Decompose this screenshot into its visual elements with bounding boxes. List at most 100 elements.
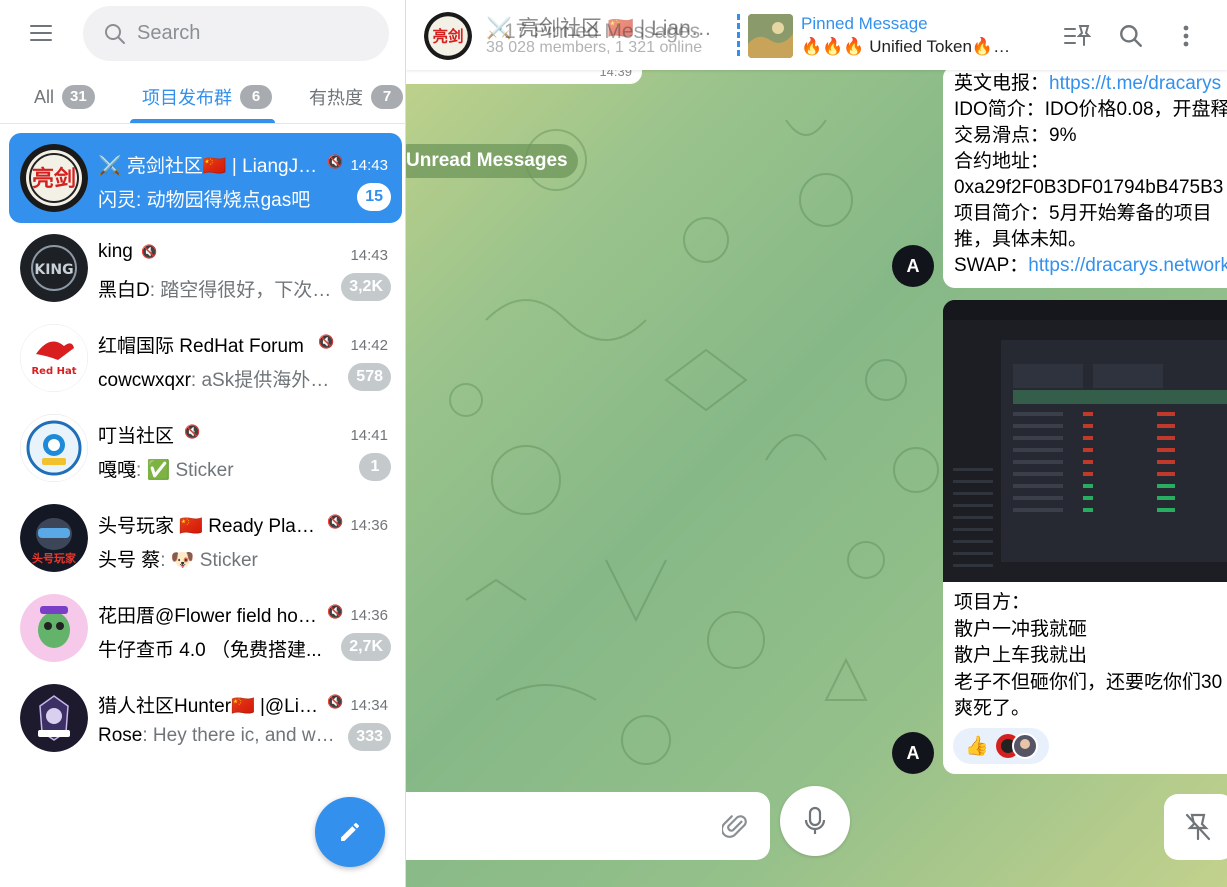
telegram-link[interactable]: https://t.me/dracarys [1049, 73, 1221, 94]
message-line: 推，具体未知。 [954, 229, 1088, 250]
chat-time: 14:41 [350, 427, 388, 444]
preview-text: : ✅ Sticker [136, 460, 234, 481]
preview-text: : 🐶 Sticker [160, 550, 258, 571]
muted-icon: 🔇 [318, 334, 335, 349]
pencil-icon [341, 823, 359, 841]
tab-trending[interactable]: 有热度 7 [309, 70, 403, 124]
tab-count: 31 [62, 85, 95, 109]
search-input[interactable] [137, 6, 377, 61]
chat-name: ⚔️ 亮剑社区🇨🇳 | LiangJian [98, 156, 320, 177]
voice-message-button[interactable] [780, 786, 850, 856]
more-options-icon[interactable] [1168, 18, 1204, 54]
message-bubble-photo[interactable]: 项目方： 散户一冲我就砸 散户上车我就出 老子不但砸你们，还要吃你们30 爽死了… [943, 300, 1227, 774]
message-text: 项目方： 散户一冲我就砸 散户上车我就出 老子不但砸你们，还要吃你们30 爽死了… [954, 590, 1222, 723]
search-box[interactable] [83, 6, 389, 61]
message-line: 交易滑点：9% [954, 125, 1077, 146]
swap-link[interactable]: https://dracarys.network [1028, 255, 1227, 276]
svg-text:KING: KING [34, 262, 73, 278]
message-line: 项目简介：5月开始筹备的项目 [954, 203, 1212, 224]
chat-item-liangjian[interactable]: 亮剑 ⚔️ 亮剑社区🇨🇳 | LiangJian 🔇 14:43 闪灵: 动物园… [9, 133, 402, 223]
chat-item-ready-player[interactable]: 头号玩家 头号玩家 🇨🇳 Ready Player 🔇 14:36 头号 蔡: … [9, 493, 402, 583]
chat-preview: 头号 蔡: 🐶 Sticker [98, 545, 338, 572]
tab-label: 项目发布群 [142, 88, 232, 108]
avatar [20, 414, 88, 482]
unread-badge: 333 [348, 723, 391, 751]
chat-time: 14:34 [350, 697, 388, 714]
chat-name: 花田厝@Flower field house [98, 606, 320, 627]
svg-text:亮剑: 亮剑 [432, 27, 463, 46]
chat-name: 猎人社区Hunter🇨🇳 |@LiangJian [98, 696, 320, 717]
pinned-thumbnail[interactable] [748, 14, 793, 58]
pinned-indicator [737, 14, 740, 58]
tab-all[interactable]: All 31 [34, 70, 95, 124]
tab-project-release[interactable]: 项目发布群 6 [142, 70, 272, 124]
chat-preview: 闪灵: 动物园得烧点gas吧 [98, 185, 338, 212]
message-line: 爽死了。 [954, 698, 1031, 719]
search-icon[interactable] [1113, 18, 1149, 54]
chat-item-flower-field[interactable]: 花田厝@Flower field house 🔇 14:36 牛仔查币 4.0 … [9, 583, 402, 673]
transaction-screenshot-image[interactable] [943, 300, 1227, 582]
chat-name: 叮当社区 [98, 426, 175, 447]
chat-preview: cowcwxqxr: aSk提供海外资源 [98, 365, 338, 392]
muted-icon: 🔇 [141, 244, 158, 259]
chat-avatar[interactable]: 亮剑 [424, 12, 472, 60]
reactor-avatars [996, 733, 1038, 759]
svg-text:Red Hat: Red Hat [31, 366, 76, 377]
pinned-list-icon[interactable] [1059, 18, 1095, 54]
paperclip-icon[interactable] [722, 812, 748, 840]
muted-icon: 🔇 [184, 424, 201, 439]
message-line: SWAP：https://dracarys.network [954, 253, 1227, 279]
message-line: 项目方： [954, 592, 1031, 613]
chat-name: king [98, 241, 133, 262]
chat-item-redhat[interactable]: Red Hat 红帽国际 RedHat Forum 🔇 14:42 cowcwx… [9, 313, 402, 403]
chat-subtitle: 38 028 members, 1 321 online [486, 39, 703, 56]
message-line: 英文电报：https://t.me/dracarys [954, 71, 1227, 97]
unread-badge: 15 [357, 183, 391, 211]
pinned-label[interactable]: Pinned Message [801, 14, 928, 34]
chat-time: 14:36 [350, 517, 388, 534]
chat-list-panel: All 31 项目发布群 6 有热度 7 亮剑 ⚔️ 亮剑社区🇨🇳 | Lian… [0, 0, 406, 887]
line-label: SWAP： [954, 255, 1029, 276]
avatar: Red Hat [20, 324, 88, 392]
message-line: 散户上车我就出 [954, 645, 1088, 666]
thumbs-up-reaction[interactable]: 👍 [965, 734, 989, 758]
chat-header[interactable]: 亮剑 ⚔️ 亮剑社区 🇨🇳 | LiangJian 17 Pinned Mess… [406, 0, 1227, 70]
preview-sender: 头号 蔡 [98, 550, 161, 571]
preview-text: : Hey there ic, and welcome [142, 725, 338, 746]
muted-icon: 🔇 [327, 514, 344, 529]
muted-icon: 🔇 [327, 154, 344, 169]
chat-area: 14:39 Unread Messages 亮剑 ⚔️ 亮剑社区 🇨🇳 | Li… [406, 0, 1227, 887]
message-line: 合约地址： [954, 151, 1050, 172]
chat-name: 红帽国际 RedHat Forum [98, 336, 304, 357]
avatar [20, 594, 88, 662]
chat-preview: 牛仔查币 4.0 （免费搭建... [98, 640, 322, 661]
preview-text: : aSk提供海外资源 [190, 370, 338, 391]
message-bubble-text[interactable]: 英文电报：https://t.me/dracarys IDO简介：IDO价格0.… [943, 66, 1227, 288]
microphone-icon [804, 806, 826, 834]
sender-avatar[interactable]: A [892, 732, 934, 774]
svg-text:头号玩家: 头号玩家 [32, 551, 77, 565]
tab-count: 6 [240, 85, 272, 109]
new-message-button[interactable] [315, 797, 385, 867]
chat-item-hunter[interactable]: 猎人社区Hunter🇨🇳 |@LiangJian 🔇 14:34 Rose: H… [9, 673, 402, 763]
chat-item-dingdang[interactable]: 叮当社区 🔇 14:41 嘎嘎: ✅ Sticker 1 [9, 403, 402, 493]
tab-count: 7 [371, 85, 403, 109]
chat-item-king[interactable]: KING king 🔇 14:43 黑白D: 踏空得很好，下次注意 3,2K [9, 223, 402, 313]
sender-avatar[interactable]: A [892, 245, 934, 287]
preview-sender: Rose [98, 725, 143, 746]
chat-name: 头号玩家 🇨🇳 Ready Player [98, 516, 320, 537]
reactions-bar[interactable]: 👍 [953, 728, 1049, 764]
unpin-all-button[interactable] [1164, 794, 1227, 860]
preview-sender: 黑白D [98, 280, 150, 301]
unread-badge: 1 [359, 453, 391, 481]
line-label: 英文电报： [954, 73, 1050, 94]
menu-icon[interactable] [20, 18, 62, 48]
chat-preview: 黑白D: 踏空得很好，下次注意 [98, 275, 338, 302]
chat-preview: Rose: Hey there ic, and welcome [98, 725, 338, 747]
message-composer[interactable] [406, 792, 770, 860]
tab-label: 有热度 [309, 88, 363, 108]
contract-address: 0xa29f2F0B3DF01794bB475B3 [954, 177, 1224, 198]
avatar: KING [20, 234, 88, 302]
avatar: 亮剑 [20, 144, 88, 212]
pinned-text[interactable]: 🔥🔥🔥 Unified Token🔥🔥 ... [801, 37, 1026, 57]
